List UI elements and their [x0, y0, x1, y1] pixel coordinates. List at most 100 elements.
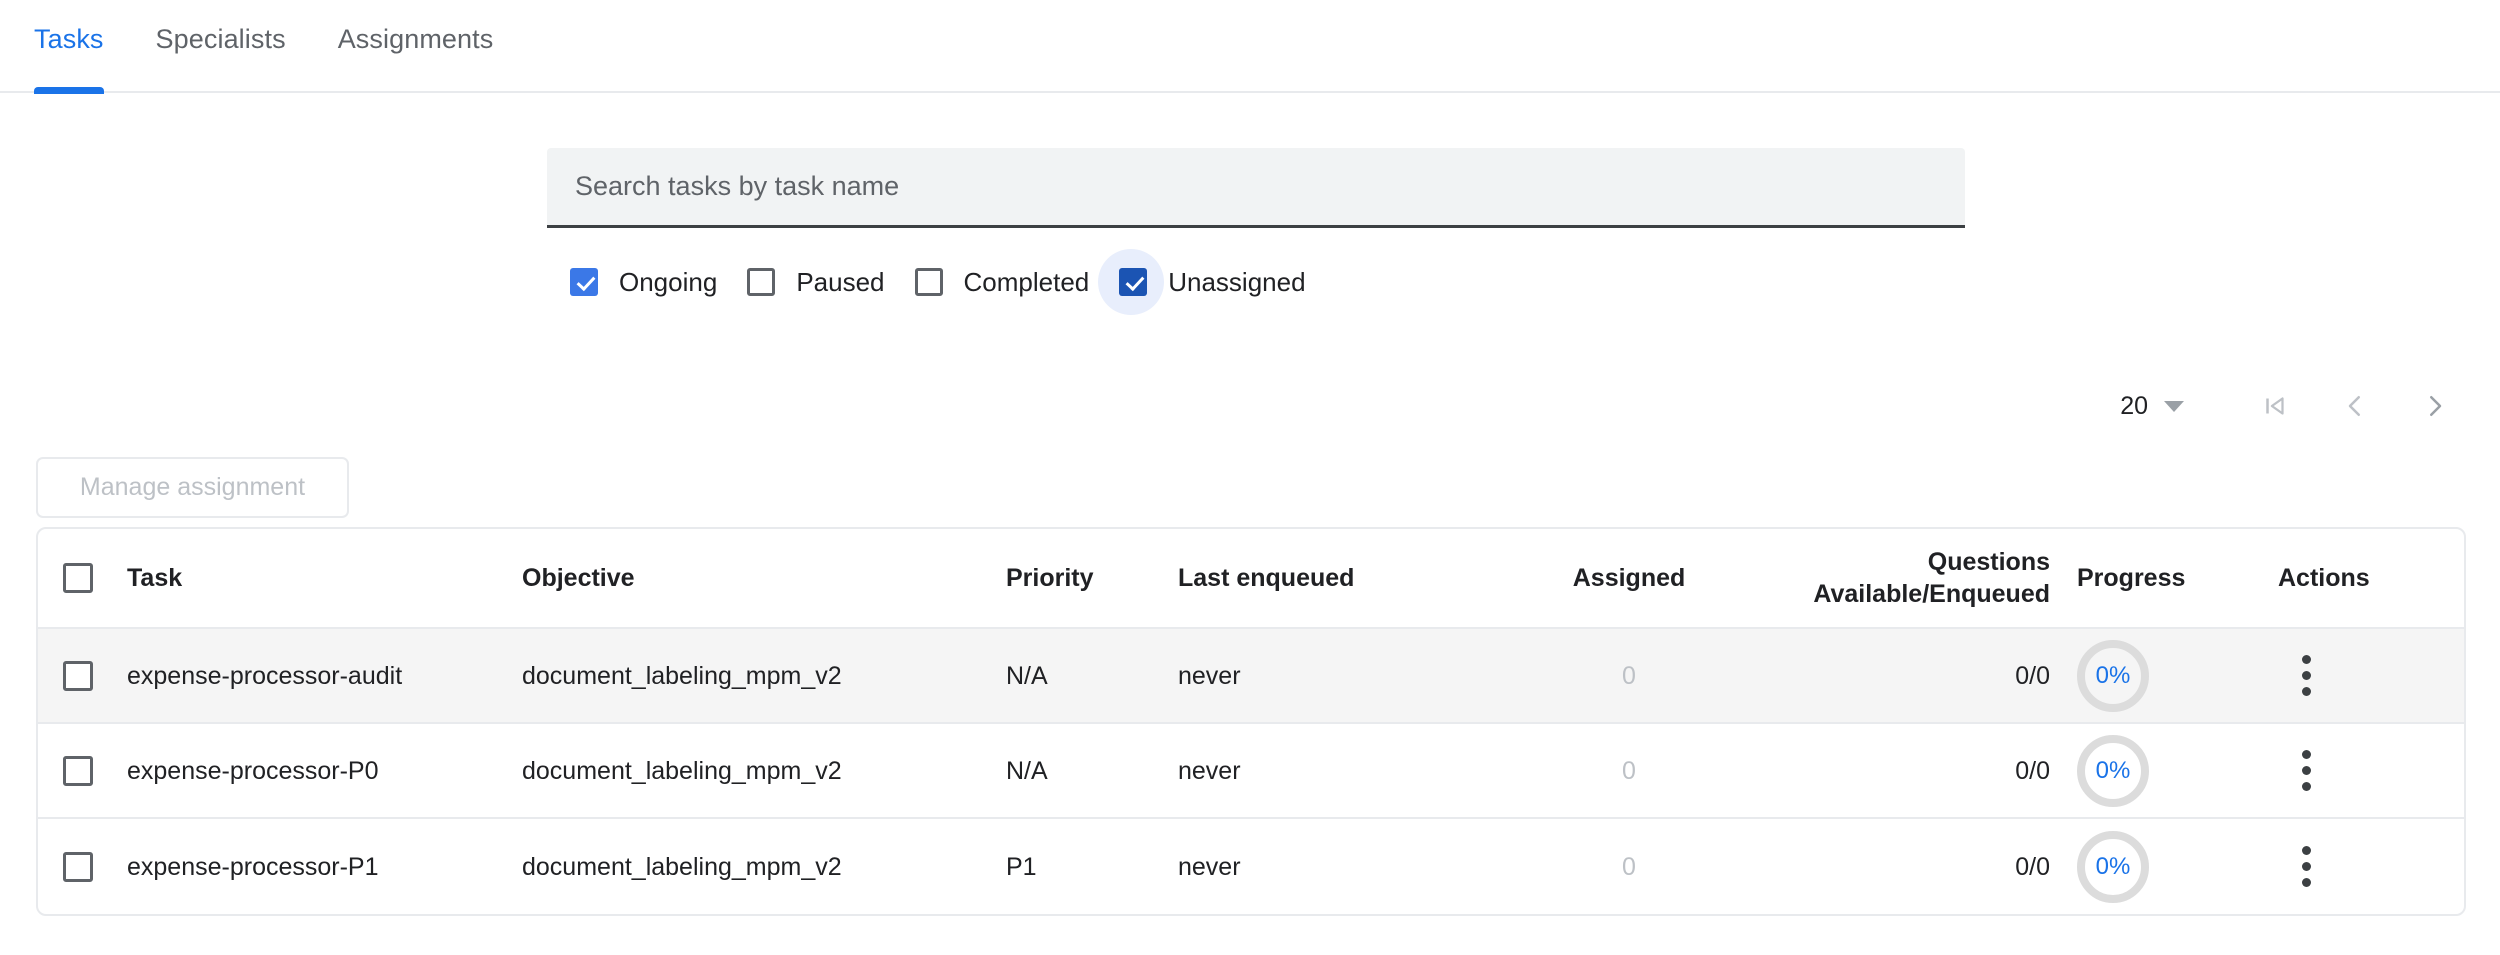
- tab-specialists-label: Specialists: [156, 24, 286, 54]
- column-header-progress[interactable]: Progress: [2050, 562, 2250, 594]
- row-actions-menu-button[interactable]: [2278, 640, 2334, 712]
- row-select-cell: [38, 661, 118, 691]
- table-row[interactable]: expense-processor-P1 document_labeling_m…: [38, 819, 2464, 914]
- first-page-icon: [2260, 391, 2290, 421]
- progress-ring[interactable]: 0%: [2077, 831, 2149, 903]
- filter-paused-label: Paused: [796, 267, 884, 298]
- column-header-task[interactable]: Task: [118, 562, 522, 594]
- previous-page-button[interactable]: [2326, 380, 2384, 432]
- cell-assigned: 0: [1509, 755, 1749, 787]
- kebab-dot: [2302, 671, 2311, 680]
- manage-assignment-button[interactable]: Manage assignment: [36, 457, 349, 518]
- row-actions-menu-button[interactable]: [2278, 831, 2334, 903]
- cell-last-enqueued: never: [1178, 755, 1509, 787]
- column-header-objective[interactable]: Objective: [522, 562, 1006, 594]
- row-select-cell: [38, 852, 118, 882]
- pagination-controls: 20: [2120, 380, 2464, 432]
- cell-questions: 0/0: [1749, 755, 2050, 787]
- cell-objective: document_labeling_mpm_v2: [522, 755, 1006, 787]
- top-tab-bar: Tasks Specialists Assignments: [0, 0, 2500, 93]
- cell-progress: 0%: [2050, 831, 2250, 903]
- kebab-dot: [2302, 846, 2311, 855]
- page-size-selector[interactable]: 20: [2120, 392, 2184, 421]
- filter-unassigned-label: Unassigned: [1168, 267, 1305, 298]
- search-field[interactable]: [547, 148, 1965, 228]
- cell-priority: N/A: [1006, 755, 1178, 787]
- filter-completed-checkbox[interactable]: [915, 268, 943, 296]
- select-all-checkbox[interactable]: [63, 563, 93, 593]
- progress-value: 0%: [2096, 855, 2131, 879]
- tab-tasks[interactable]: Tasks: [34, 22, 126, 56]
- tasks-table: Task Objective Priority Last enqueued As…: [36, 527, 2466, 916]
- cell-task[interactable]: expense-processor-audit: [118, 660, 522, 692]
- cell-actions: [2250, 831, 2464, 903]
- filter-completed[interactable]: Completed: [915, 267, 1090, 298]
- kebab-dot: [2302, 687, 2311, 696]
- tab-tasks-label: Tasks: [34, 24, 104, 54]
- kebab-dot: [2302, 655, 2311, 664]
- column-header-questions-line2: Available/Enqueued: [1749, 578, 2050, 610]
- cell-last-enqueued: never: [1178, 851, 1509, 883]
- tab-assignments-label: Assignments: [338, 24, 494, 54]
- select-all-cell: [38, 563, 118, 593]
- column-header-priority[interactable]: Priority: [1006, 562, 1178, 594]
- kebab-dot: [2302, 782, 2311, 791]
- chevron-left-icon: [2340, 391, 2370, 421]
- chevron-right-icon: [2420, 391, 2450, 421]
- table-header-row: Task Objective Priority Last enqueued As…: [38, 529, 2464, 629]
- table-row[interactable]: expense-processor-P0 document_labeling_m…: [38, 724, 2464, 819]
- row-select-cell: [38, 756, 118, 786]
- progress-value: 0%: [2096, 664, 2131, 688]
- filter-unassigned[interactable]: Unassigned: [1119, 267, 1305, 298]
- cell-questions: 0/0: [1749, 660, 2050, 692]
- cell-progress: 0%: [2050, 735, 2250, 807]
- cell-priority: N/A: [1006, 660, 1178, 692]
- cell-task[interactable]: expense-processor-P1: [118, 851, 522, 883]
- cell-task[interactable]: expense-processor-P0: [118, 755, 522, 787]
- row-select-checkbox[interactable]: [63, 756, 93, 786]
- kebab-dot: [2302, 878, 2311, 887]
- kebab-dot: [2302, 766, 2311, 775]
- table-row[interactable]: expense-processor-audit document_labelin…: [38, 629, 2464, 724]
- cell-assigned: 0: [1509, 660, 1749, 692]
- filter-completed-label: Completed: [964, 267, 1090, 298]
- chevron-down-icon: [2164, 401, 2184, 412]
- tab-specialists[interactable]: Specialists: [126, 22, 308, 56]
- filter-paused[interactable]: Paused: [747, 267, 884, 298]
- cell-progress: 0%: [2050, 640, 2250, 712]
- progress-ring[interactable]: 0%: [2077, 735, 2149, 807]
- column-header-last-enqueued[interactable]: Last enqueued: [1178, 562, 1509, 594]
- cell-objective: document_labeling_mpm_v2: [522, 851, 1006, 883]
- first-page-button[interactable]: [2246, 380, 2304, 432]
- filter-ongoing[interactable]: Ongoing: [570, 267, 717, 298]
- filter-ongoing-checkbox[interactable]: [570, 268, 598, 296]
- kebab-dot: [2302, 862, 2311, 871]
- cell-actions: [2250, 640, 2464, 712]
- manage-assignment-label: Manage assignment: [80, 473, 305, 502]
- cell-actions: [2250, 735, 2464, 807]
- filter-unassigned-checkbox[interactable]: [1119, 268, 1147, 296]
- column-header-questions-line1: Questions: [1749, 546, 2050, 578]
- tab-active-underline: [34, 87, 104, 94]
- progress-ring[interactable]: 0%: [2077, 640, 2149, 712]
- tab-list: Tasks Specialists Assignments: [34, 22, 515, 56]
- cell-assigned: 0: [1509, 851, 1749, 883]
- row-select-checkbox[interactable]: [63, 852, 93, 882]
- column-header-assigned[interactable]: Assigned: [1509, 562, 1749, 594]
- filter-paused-checkbox[interactable]: [747, 268, 775, 296]
- cell-questions: 0/0: [1749, 851, 2050, 883]
- tab-assignments[interactable]: Assignments: [308, 22, 516, 56]
- cell-last-enqueued: never: [1178, 660, 1509, 692]
- filter-ongoing-label: Ongoing: [619, 267, 717, 298]
- page-size-value: 20: [2120, 392, 2148, 421]
- next-page-button[interactable]: [2406, 380, 2464, 432]
- cell-priority: P1: [1006, 851, 1178, 883]
- progress-value: 0%: [2096, 759, 2131, 783]
- kebab-dot: [2302, 750, 2311, 759]
- search-input[interactable]: [573, 170, 1965, 203]
- row-actions-menu-button[interactable]: [2278, 735, 2334, 807]
- column-header-questions[interactable]: Questions Available/Enqueued: [1749, 546, 2050, 610]
- status-filter-group: Ongoing Paused Completed Unassigned: [570, 258, 1306, 306]
- row-select-checkbox[interactable]: [63, 661, 93, 691]
- column-header-actions: Actions: [2250, 562, 2464, 594]
